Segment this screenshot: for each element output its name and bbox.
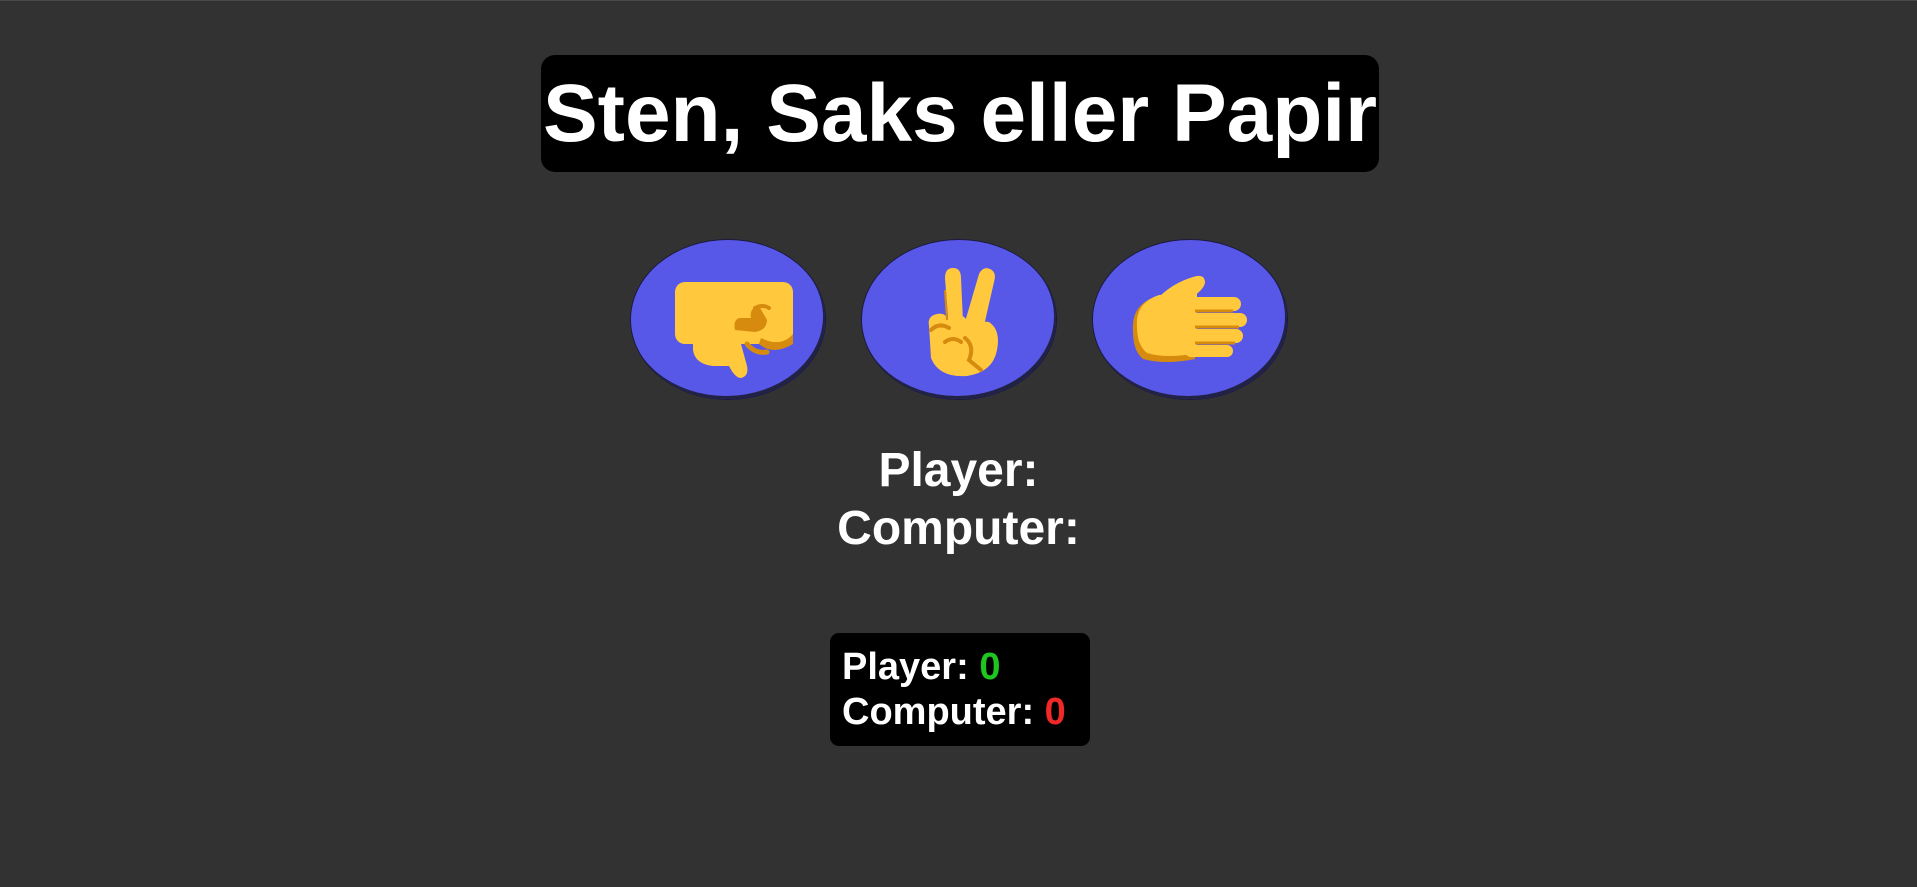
title-banner: Sten, Saks eller Papir bbox=[541, 55, 1379, 172]
rock-button[interactable] bbox=[630, 239, 826, 400]
player-choice-label: Player: bbox=[878, 444, 1039, 497]
computer-choice-label: Computer: bbox=[837, 502, 1080, 555]
computer-score-label: Computer: bbox=[842, 691, 1035, 733]
scissors-button[interactable] bbox=[861, 239, 1057, 400]
player-choice-line: Player: bbox=[0, 442, 1917, 500]
computer-score-row: Computer: 0 bbox=[842, 690, 1090, 735]
scoreboard: Player: 0 Computer: 0 bbox=[830, 633, 1090, 746]
computer-choice-line: Computer: bbox=[0, 500, 1917, 558]
player-score-value: 0 bbox=[979, 646, 1001, 688]
round-result: Player: Computer: bbox=[0, 442, 1917, 558]
paper-button[interactable] bbox=[1092, 239, 1288, 400]
top-border bbox=[0, 0, 1917, 1]
open-hand-paper-icon bbox=[1132, 275, 1247, 362]
fist-rock-icon bbox=[675, 281, 793, 378]
computer-score-value: 0 bbox=[1044, 691, 1066, 733]
victory-hand-scissors-icon bbox=[928, 267, 998, 376]
player-score-row: Player: 0 bbox=[842, 645, 1090, 690]
game-title: Sten, Saks eller Papir bbox=[542, 67, 1378, 159]
player-score-label: Player: bbox=[842, 646, 969, 688]
